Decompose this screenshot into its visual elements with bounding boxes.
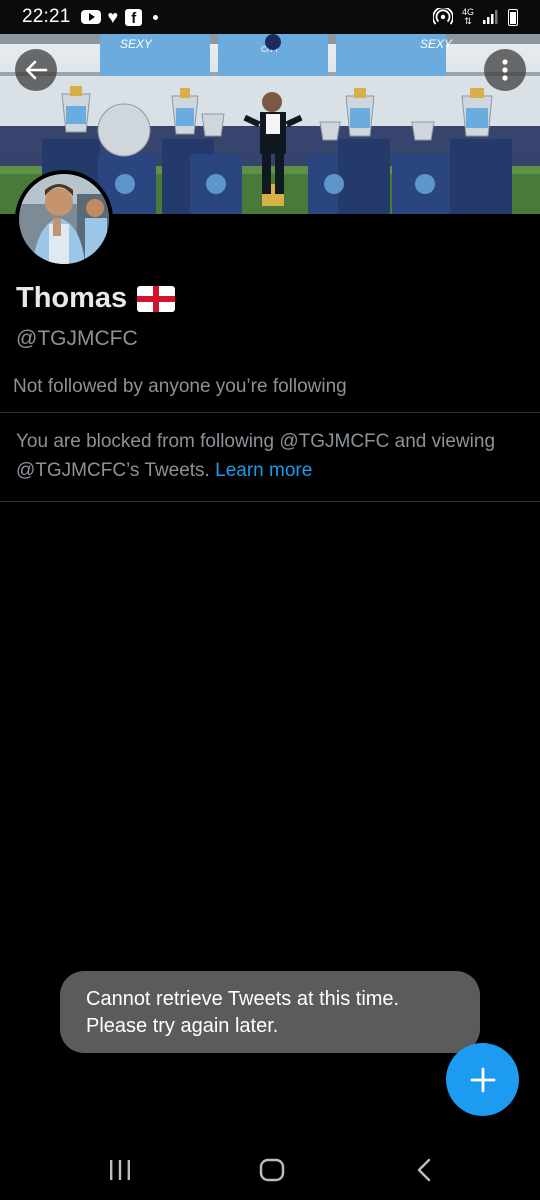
avatar-image	[19, 174, 109, 264]
recent-apps-icon	[110, 1160, 130, 1180]
system-nav-bar	[0, 1140, 540, 1200]
banner-sign-left: SEXY	[120, 37, 153, 51]
battery-icon	[508, 8, 518, 26]
back-icon	[417, 1158, 431, 1182]
youtube-icon	[80, 10, 101, 24]
divider	[0, 501, 540, 502]
error-toast: Cannot retrieve Tweets at this time. Ple…	[60, 971, 480, 1053]
status-indicators: 4G ⇅	[432, 8, 518, 26]
followers-you-know-note: Not followed by anyone you’re following	[13, 376, 347, 397]
status-bar: 22:21 ♥ f 4G ⇅	[0, 0, 540, 34]
recent-apps-button[interactable]	[100, 1154, 140, 1186]
facebook-icon: f	[125, 8, 143, 27]
england-flag-icon	[137, 285, 176, 312]
data-arrows-icon: ⇅	[464, 16, 472, 26]
back-button[interactable]	[15, 49, 57, 91]
profile-handle: @TGJMCFC	[16, 327, 138, 350]
divider	[0, 412, 540, 413]
home-icon	[259, 1158, 285, 1182]
network-type: 4G ⇅	[462, 8, 474, 26]
signal-icon	[483, 10, 498, 24]
toast-line-1: Cannot retrieve Tweets at this time.	[86, 988, 400, 1010]
home-button[interactable]	[252, 1154, 292, 1186]
more-vertical-icon	[502, 59, 508, 81]
toast-line-2: Please try again later.	[86, 1015, 279, 1037]
display-name: Thomas	[16, 282, 128, 314]
learn-more-link[interactable]: Learn more	[215, 460, 312, 481]
banner-sign-right: SEXY	[420, 37, 453, 51]
plus-icon	[470, 1067, 495, 1092]
compose-tweet-button[interactable]	[446, 1043, 519, 1116]
heart-icon: ♥	[107, 7, 119, 27]
more-options-button[interactable]	[484, 49, 526, 91]
hotspot-icon	[432, 8, 453, 25]
status-time: 22:21	[22, 6, 71, 27]
back-nav-button[interactable]	[404, 1154, 444, 1186]
profile-name-row: Thomas	[16, 282, 176, 315]
arrow-left-icon	[25, 60, 48, 80]
blocked-notice: You are blocked from following @TGJMCFC …	[16, 427, 526, 485]
dot-icon	[153, 14, 159, 20]
avatar[interactable]	[15, 170, 113, 268]
